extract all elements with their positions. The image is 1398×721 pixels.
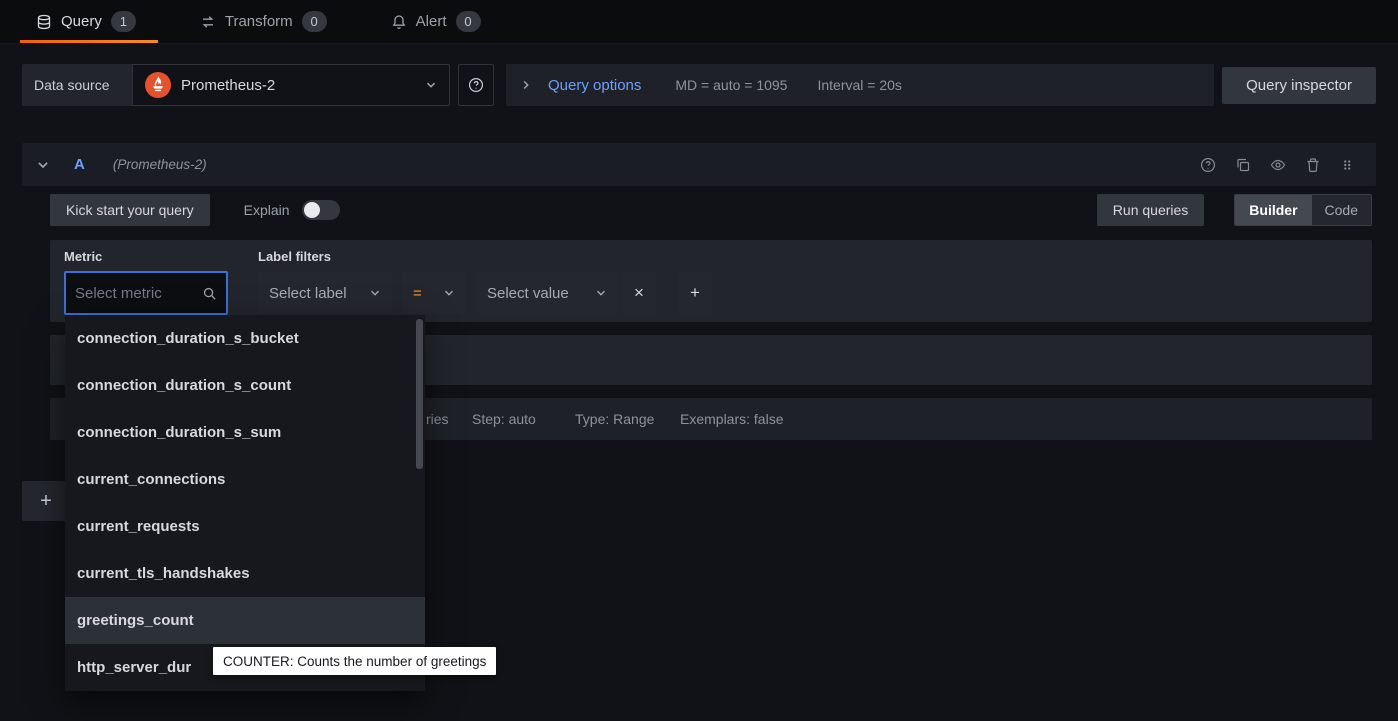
- exemplars-summary: Exemplars: false: [680, 411, 784, 427]
- chevron-down-icon: [425, 79, 437, 91]
- operator-value: =: [413, 284, 422, 302]
- metric-dropdown-menu: connection_duration_s_bucket connection_…: [65, 315, 425, 691]
- explain-label: Explain: [243, 202, 290, 218]
- tab-query-badge: 1: [110, 11, 136, 32]
- tab-transform-badge: 0: [301, 11, 327, 32]
- eye-icon[interactable]: [1270, 157, 1286, 173]
- collapse-chevron-down-icon[interactable]: [36, 158, 50, 172]
- datasource-label: Data source: [22, 64, 132, 106]
- builder-mode-tab[interactable]: Builder: [1235, 195, 1312, 225]
- query-options-bar[interactable]: Query options MD = auto = 1095 Interval …: [506, 64, 1215, 106]
- label-filter-value-select[interactable]: Select value: [476, 272, 618, 314]
- add-label-filter-button[interactable]: +: [678, 272, 712, 314]
- builder-panel: Metric Label filters Select label = Sele…: [50, 240, 1372, 322]
- editor-mode-switch: Builder Code: [1234, 194, 1372, 226]
- metric-option[interactable]: connection_duration_s_bucket: [65, 315, 425, 362]
- chevron-down-icon: [595, 287, 607, 299]
- search-icon: [202, 286, 217, 301]
- type-summary: Type: Range: [575, 411, 655, 427]
- toggle-knob: [303, 202, 320, 218]
- query-inspector-button[interactable]: Query inspector: [1222, 66, 1376, 104]
- tab-alert[interactable]: Alert 0: [375, 0, 503, 43]
- datasource-value: Prometheus-2: [181, 76, 276, 94]
- query-ref-id: A: [74, 156, 85, 173]
- metric-option-highlighted[interactable]: greetings_count: [65, 597, 425, 644]
- help-circle-icon[interactable]: [1200, 157, 1216, 173]
- metric-option[interactable]: current_connections: [65, 456, 425, 503]
- label-filter-operator-select[interactable]: =: [402, 272, 466, 314]
- editor-tabs-bar: Query 1 Transform 0 Alert 0: [0, 0, 1398, 44]
- metric-select-input[interactable]: [75, 284, 196, 302]
- prometheus-flame-icon: [145, 72, 171, 98]
- tab-alert-label: Alert: [415, 13, 447, 30]
- datasource-row: Data source Prometheus-2 Query options M…: [22, 64, 1376, 106]
- copy-icon[interactable]: [1235, 157, 1251, 173]
- tab-transform-label: Transform: [224, 13, 293, 30]
- database-icon: [36, 14, 52, 30]
- metric-description-tooltip: COUNTER: Counts the number of greetings: [213, 647, 497, 675]
- add-query-button[interactable]: +: [22, 481, 70, 521]
- trash-icon[interactable]: [1305, 157, 1321, 173]
- tab-query-label: Query: [61, 13, 102, 30]
- label-filter-key-select[interactable]: Select label: [258, 272, 392, 314]
- grafana-query-editor: Query 1 Transform 0 Alert 0 Data source …: [0, 0, 1398, 721]
- metric-field-label: Metric: [64, 249, 103, 264]
- kick-start-query-button[interactable]: Kick start your query: [50, 194, 210, 226]
- step-summary: Step: auto: [472, 411, 536, 427]
- metric-option[interactable]: current_tls_handshakes: [65, 550, 425, 597]
- metric-option[interactable]: connection_duration_s_count: [65, 362, 425, 409]
- options-fragment: ries: [426, 411, 449, 427]
- remove-label-filter-button[interactable]: ×: [622, 272, 656, 314]
- datasource-picker[interactable]: Prometheus-2: [132, 64, 450, 106]
- label-filter-key-placeholder: Select label: [269, 284, 347, 302]
- query-toolbar: Kick start your query Explain Run querie…: [50, 194, 1372, 226]
- max-data-points-summary: MD = auto = 1095: [675, 77, 788, 93]
- label-filter-value-placeholder: Select value: [487, 284, 569, 302]
- transform-arrows-icon: [200, 14, 216, 30]
- query-row-header[interactable]: A (Prometheus-2): [22, 143, 1376, 186]
- drag-handle-icon[interactable]: [1340, 157, 1354, 173]
- query-row-actions: [1200, 157, 1354, 173]
- metric-select-box[interactable]: [64, 271, 228, 315]
- chevron-right-icon: [520, 79, 532, 91]
- query-datasource-hint: (Prometheus-2): [112, 157, 207, 172]
- explain-toggle[interactable]: [301, 200, 340, 220]
- query-options-link[interactable]: Query options: [548, 77, 641, 94]
- help-circle-icon: [468, 77, 484, 93]
- metric-option[interactable]: connection_duration_s_sum: [65, 409, 425, 456]
- label-filters-label: Label filters: [258, 249, 331, 264]
- code-mode-tab[interactable]: Code: [1311, 195, 1371, 225]
- tab-transform[interactable]: Transform 0: [184, 0, 349, 43]
- run-queries-button[interactable]: Run queries: [1096, 194, 1205, 226]
- scrollbar-thumb[interactable]: [416, 319, 423, 469]
- metric-option[interactable]: current_requests: [65, 503, 425, 550]
- tab-alert-badge: 0: [455, 11, 481, 32]
- bell-icon: [391, 14, 407, 30]
- chevron-down-icon: [369, 287, 381, 299]
- datasource-help-button[interactable]: [458, 64, 494, 106]
- interval-summary: Interval = 20s: [817, 77, 902, 93]
- chevron-down-icon: [443, 287, 455, 299]
- tab-query[interactable]: Query 1: [20, 0, 158, 43]
